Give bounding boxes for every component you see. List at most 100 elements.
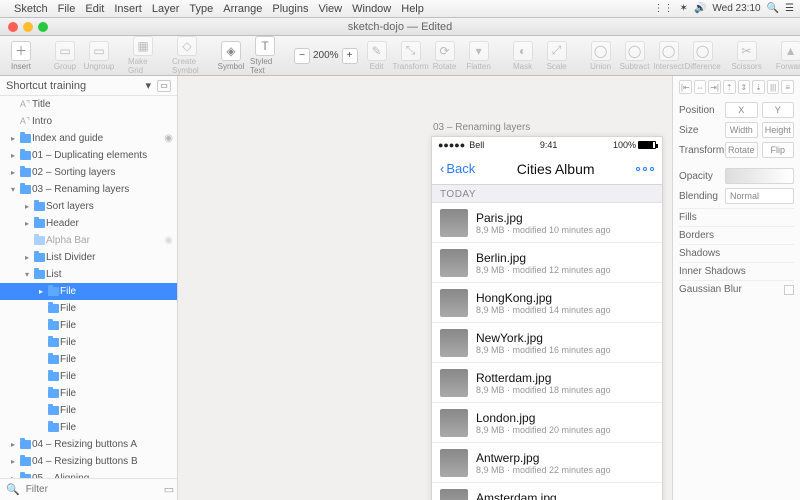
layer-row[interactable]: File [0,351,177,368]
sound-icon[interactable]: 🔊 [694,3,706,14]
notifications-icon[interactable]: ☰ [785,3,794,14]
group-tool[interactable]: ▭Group [50,41,80,71]
y-field[interactable]: Y [762,102,795,118]
file-cell[interactable]: Antwerp.jpg 8,9 MB · modified 22 minutes… [432,443,662,483]
difference-tool[interactable]: ◯Difference [688,41,718,71]
layer-row[interactable]: A⌝ Title [0,96,177,113]
layer-row[interactable]: ▾ List [0,266,177,283]
make-grid-tool[interactable]: ▦Make Grid [128,36,158,75]
inspector-section-borders[interactable]: Borders [679,226,794,244]
layer-row[interactable]: ▸ Sort layers [0,198,177,215]
visibility-icon[interactable]: ◉ [164,133,173,144]
bluetooth-icon[interactable]: ✶ [680,3,688,14]
align-left-button[interactable]: |⇤ [679,80,692,94]
layer-row[interactable]: ▸ Header [0,215,177,232]
styled-text-tool[interactable]: TStyled Text [250,36,280,75]
minimize-window-button[interactable] [23,22,33,32]
wifi-icon[interactable]: ⋮⋮ [654,3,674,14]
layer-row[interactable]: ▸ 05 – Aligning [0,470,177,478]
align-bottom-button[interactable]: ⇣ [752,80,765,94]
zoom-in-button[interactable]: + [342,48,358,64]
flatten-tool[interactable]: ▾Flatten [464,41,494,71]
disclosure-icon[interactable]: ▸ [36,287,46,296]
create-symbol-tool[interactable]: ◇Create Symbol [172,36,202,75]
disclosure-icon[interactable]: ▾ [8,185,18,194]
collapse-pages-button[interactable]: ▭ [157,80,171,92]
layer-row[interactable]: File [0,419,177,436]
file-cell[interactable]: Paris.jpg 8,9 MB · modified 10 minutes a… [432,203,662,243]
forward-tool[interactable]: ▲Forward [776,41,800,71]
symbol-tool[interactable]: ◈Symbol [216,41,246,71]
disclosure-icon[interactable]: ▸ [22,202,32,211]
width-field[interactable]: Width [725,122,758,138]
layer-tree[interactable]: A⌝ Title A⌝ Intro ▸ Index and guide ◉ ▸ … [0,96,177,478]
layer-row[interactable]: File [0,368,177,385]
disclosure-icon[interactable]: ▸ [8,134,18,143]
layer-row[interactable]: ▸ File [0,283,177,300]
file-cell[interactable]: NewYork.jpg 8,9 MB · modified 16 minutes… [432,323,662,363]
align-vcenter-button[interactable]: ⇕ [738,80,751,94]
edit-tool[interactable]: ✎Edit [362,41,392,71]
layer-row[interactable]: ▸ 02 – Sorting layers [0,164,177,181]
disclosure-icon[interactable]: ▾ [22,270,32,279]
align-right-button[interactable]: ⇥| [708,80,721,94]
distribute-h-button[interactable]: ||| [767,80,780,94]
menu-view[interactable]: View [318,3,342,15]
layer-row[interactable]: ▾ 03 – Renaming layers [0,181,177,198]
mask-tool[interactable]: ◐Mask [508,41,538,71]
inspector-section-inner shadows[interactable]: Inner Shadows [679,262,794,280]
file-cell[interactable]: Berlin.jpg 8,9 MB · modified 12 minutes … [432,243,662,283]
inspector-section-shadows[interactable]: Shadows [679,244,794,262]
scale-tool[interactable]: ⤢Scale [542,41,572,71]
transform-tool[interactable]: ⤡Transform [396,41,426,71]
layer-row[interactable]: Alpha Bar ◉ [0,232,177,249]
menu-help[interactable]: Help [401,3,424,15]
filter-options-button[interactable]: ▭ [164,483,174,496]
menu-window[interactable]: Window [352,3,391,15]
inspector-section-gaussian blur[interactable]: Gaussian Blur [679,280,794,298]
pages-header[interactable]: Shortcut training▾ ▭ [0,76,177,96]
layer-row[interactable]: File [0,334,177,351]
menu-edit[interactable]: Edit [85,3,104,15]
more-button[interactable] [636,167,654,171]
subtract-tool[interactable]: ◯Subtract [620,41,650,71]
distribute-v-button[interactable]: ≡ [781,80,794,94]
align-top-button[interactable]: ⇡ [723,80,736,94]
disclosure-icon[interactable]: ▸ [8,168,18,177]
file-cell[interactable]: HongKong.jpg 8,9 MB · modified 14 minute… [432,283,662,323]
zoom-window-button[interactable] [38,22,48,32]
blending-select[interactable]: Normal [725,188,794,204]
gaussian-blur-toggle[interactable] [784,285,794,295]
align-hcenter-button[interactable]: ⇔ [694,80,707,94]
artboard-label[interactable]: 03 – Renaming layers [433,122,530,133]
file-cell[interactable]: Amsterdam.jpg 8,9 MB · modified 24 minut… [432,483,662,500]
inspector-section-fills[interactable]: Fills [679,208,794,226]
menu-type[interactable]: Type [189,3,213,15]
layer-row[interactable]: File [0,300,177,317]
menu-arrange[interactable]: Arrange [223,3,262,15]
clock[interactable]: Wed 23:10 [712,3,760,14]
layer-row[interactable]: ▸ List Divider [0,249,177,266]
disclosure-icon[interactable]: ▸ [22,253,32,262]
zoom-out-button[interactable]: − [294,48,310,64]
scissors-tool[interactable]: ✂Scissors [732,41,762,71]
menu-insert[interactable]: Insert [114,3,142,15]
layer-row[interactable]: File [0,402,177,419]
opacity-slider[interactable] [725,168,794,184]
rotate-field[interactable]: Rotate [725,142,758,158]
layer-row[interactable]: File [0,317,177,334]
align-controls[interactable]: |⇤⇔⇥|⇡⇕⇣|||≡ [679,80,794,94]
disclosure-icon[interactable]: ▸ [8,151,18,160]
height-field[interactable]: Height [762,122,795,138]
rotate-tool[interactable]: ⟳Rotate [430,41,460,71]
flip-field[interactable]: Flip [762,142,795,158]
layer-row[interactable]: ▸ 04 – Resizing buttons B [0,453,177,470]
artboard[interactable]: ●●●●● Bell 9:41 100% ‹ Back Cities Album… [431,136,663,500]
canvas[interactable]: 03 – Renaming layers ●●●●● Bell 9:41 100… [178,76,672,500]
disclosure-icon[interactable]: ▸ [8,457,18,466]
insert-tool[interactable]: ＋Insert [6,41,36,71]
ungroup-tool[interactable]: ▭Ungroup [84,41,114,71]
union-tool[interactable]: ◯Union [586,41,616,71]
filter-input[interactable] [26,484,158,495]
menu-layer[interactable]: Layer [152,3,180,15]
